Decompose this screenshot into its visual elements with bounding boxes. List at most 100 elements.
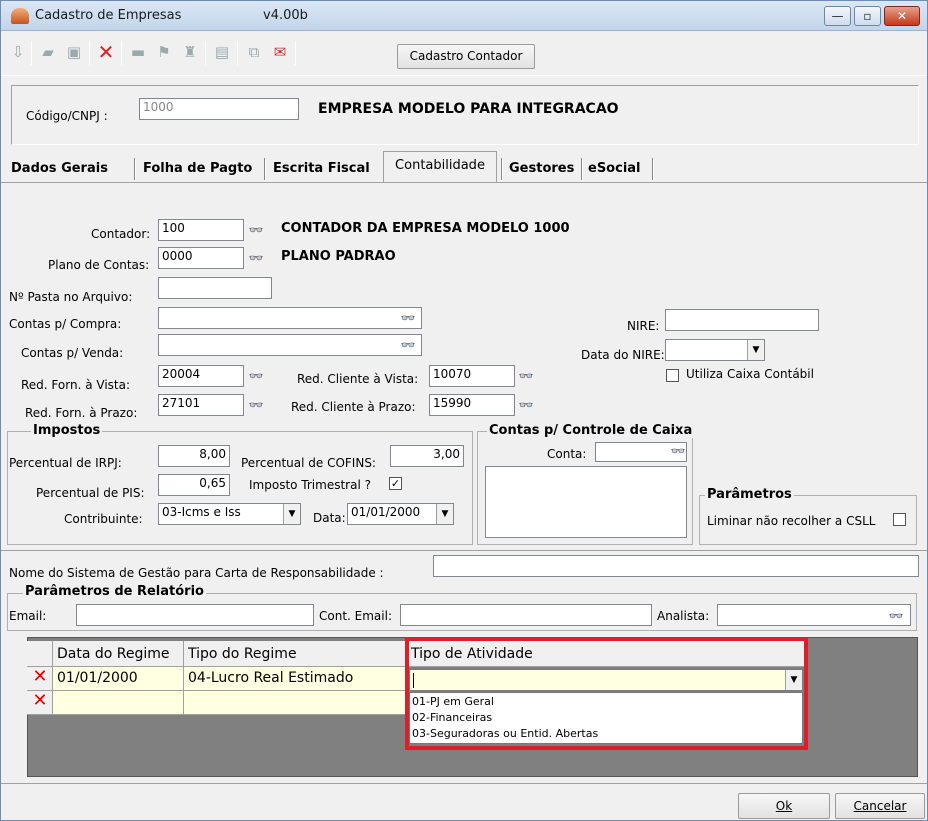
contrib-label: Contribuinte: xyxy=(64,512,143,526)
relatorio-title: Parâmetros de Relatório xyxy=(23,584,206,599)
chevron-down-icon[interactable]: ▼ xyxy=(747,340,764,360)
sistema-label: Nome do Sistema de Gestão para Carta de … xyxy=(9,566,384,580)
window-title: Cadastro de Empresas xyxy=(35,8,182,23)
folder-icon[interactable]: ▬ xyxy=(127,41,149,63)
impostos-title: Impostos xyxy=(31,423,103,438)
contrib-value: 03-Icms e Iss xyxy=(162,505,241,519)
document-icon[interactable]: ▤ xyxy=(211,41,233,63)
analista-input[interactable] xyxy=(717,604,911,626)
grid-corner xyxy=(27,641,53,667)
compra-input[interactable] xyxy=(158,307,422,329)
pis-input[interactable]: 0,65 xyxy=(158,474,230,496)
plano-input[interactable]: 0000 xyxy=(158,247,244,269)
codigo-input[interactable]: 1000 xyxy=(139,98,299,120)
compra-label: Contas p/ Compra: xyxy=(9,317,122,331)
ok-button[interactable]: Ok xyxy=(738,793,830,819)
data-select[interactable]: 01/01/2000 ▼ xyxy=(347,503,454,525)
search-cli-vista-icon[interactable]: 👓 xyxy=(517,369,535,383)
csll-checkbox[interactable] xyxy=(893,513,906,526)
irpj-label: Percentual de IRPJ: xyxy=(9,456,122,470)
cell-data-regime[interactable] xyxy=(53,691,184,715)
search-plano-icon[interactable]: 👓 xyxy=(247,251,265,265)
header-data-regime: Data do Regime xyxy=(53,641,184,667)
nire-label: NIRE: xyxy=(627,319,660,333)
exit-icon[interactable]: ⇩ xyxy=(7,41,29,63)
search-venda-icon[interactable]: 👓 xyxy=(399,338,417,352)
tab-esocial[interactable]: eSocial xyxy=(588,158,641,184)
search-forn-prazo-icon[interactable]: 👓 xyxy=(247,398,265,412)
email-icon[interactable]: ✉ xyxy=(269,41,291,63)
data-nire-select[interactable]: ▼ xyxy=(665,339,765,361)
row-delete[interactable]: ✕ xyxy=(27,691,53,715)
contador-label: Contador: xyxy=(91,227,151,241)
trimestral-checkbox[interactable]: ✓ xyxy=(389,477,402,490)
cell-tipo-regime[interactable]: 04-Lucro Real Estimado xyxy=(184,667,407,691)
tab-contabilidade[interactable]: Contabilidade xyxy=(383,151,497,183)
cofins-input[interactable]: 3,00 xyxy=(390,445,464,467)
cont-email-input[interactable] xyxy=(400,604,652,626)
search-compra-icon[interactable]: 👓 xyxy=(399,311,417,325)
caixa-title: Contas p/ Controle de Caixa xyxy=(487,423,695,438)
cli-vista-input[interactable]: 10070 xyxy=(429,365,515,387)
tab-escrita-fiscal[interactable]: Escrita Fiscal xyxy=(273,158,370,184)
save-icon[interactable]: ▣ xyxy=(63,41,85,63)
cadastro-contador-button[interactable]: Cadastro Contador xyxy=(397,44,535,69)
chevron-down-icon[interactable]: ▼ xyxy=(283,504,300,524)
sistema-input[interactable] xyxy=(433,555,919,577)
cli-prazo-input[interactable]: 15990 xyxy=(429,394,515,416)
venda-input[interactable] xyxy=(158,334,422,356)
conta-label: Conta: xyxy=(547,447,587,461)
search-analista-icon[interactable]: 👓 xyxy=(887,609,905,623)
pasta-input[interactable] xyxy=(158,277,272,299)
footer-divider xyxy=(1,783,927,784)
toolbar: ⇩ ▰ ▣ ✕ ▬ ⚑ ♜ ▤ ⧉ ✉ Cadastro Contador xyxy=(1,32,927,76)
conta-list[interactable] xyxy=(485,466,687,538)
user-icon[interactable]: ♜ xyxy=(179,41,201,63)
trimestral-label: Imposto Trimestral ? xyxy=(249,478,371,492)
forn-prazo-input[interactable]: 27101 xyxy=(158,394,244,416)
flag-icon[interactable]: ⚑ xyxy=(153,41,175,63)
tab-folha-pagto[interactable]: Folha de Pagto xyxy=(143,158,252,184)
close-button[interactable]: ✕ xyxy=(884,6,920,26)
print-icon[interactable]: ▰ xyxy=(37,41,59,63)
data-nire-label: Data do NIRE: xyxy=(581,348,665,362)
delete-row-icon[interactable]: ✕ xyxy=(29,691,51,711)
window-version: v4.00b xyxy=(263,8,308,23)
forn-vista-input[interactable]: 20004 xyxy=(158,365,244,387)
tab-gestores[interactable]: Gestores xyxy=(509,158,574,184)
nire-input[interactable] xyxy=(665,309,819,331)
main-window: Cadastro de Empresas v4.00b — ▫ ✕ ⇩ ▰ ▣ … xyxy=(0,0,928,821)
cell-data-regime[interactable]: 01/01/2000 xyxy=(53,667,184,691)
header-panel: Código/CNPJ : 1000 EMPRESA MODELO PARA I… xyxy=(11,85,919,145)
chevron-down-icon[interactable]: ▼ xyxy=(436,504,453,524)
delete-icon[interactable]: ✕ xyxy=(95,41,117,63)
minimize-button[interactable]: — xyxy=(824,6,851,26)
maximize-button[interactable]: ▫ xyxy=(854,6,881,26)
title-bar: Cadastro de Empresas v4.00b — ▫ ✕ xyxy=(1,1,927,31)
data-value: 01/01/2000 xyxy=(351,505,421,519)
caixa-checkbox[interactable] xyxy=(666,369,679,382)
cell-tipo-regime[interactable] xyxy=(184,691,407,715)
data-label: Data: xyxy=(313,511,346,525)
pasta-label: Nº Pasta no Arquivo: xyxy=(9,290,133,304)
row-delete[interactable]: ✕ xyxy=(27,667,53,691)
search-contador-icon[interactable]: 👓 xyxy=(247,223,265,237)
contador-input[interactable]: 100 xyxy=(158,219,244,241)
delete-row-icon[interactable]: ✕ xyxy=(29,667,51,687)
contrib-select[interactable]: 03-Icms e Iss ▼ xyxy=(158,503,301,525)
search-conta-icon[interactable]: 👓 xyxy=(669,444,687,458)
tab-dados-gerais[interactable]: Dados Gerais xyxy=(11,158,108,184)
cancelar-button[interactable]: Cancelar xyxy=(835,793,925,819)
cli-prazo-label: Red. Cliente à Prazo: xyxy=(291,400,416,414)
contador-name: CONTADOR DA EMPRESA MODELO 1000 xyxy=(281,221,570,236)
csll-label: Liminar não recolher a CSLL xyxy=(707,514,876,528)
email-label: Email: xyxy=(9,609,47,623)
forn-vista-label: Red. Forn. à Vista: xyxy=(21,378,131,392)
search-cli-prazo-icon[interactable]: 👓 xyxy=(517,398,535,412)
plano-name: PLANO PADRAO xyxy=(281,249,396,264)
search-forn-vista-icon[interactable]: 👓 xyxy=(247,369,265,383)
irpj-input[interactable]: 8,00 xyxy=(158,445,230,467)
venda-label: Contas p/ Venda: xyxy=(21,346,124,360)
email-input[interactable] xyxy=(76,604,314,626)
copy-icon[interactable]: ⧉ xyxy=(243,41,265,63)
